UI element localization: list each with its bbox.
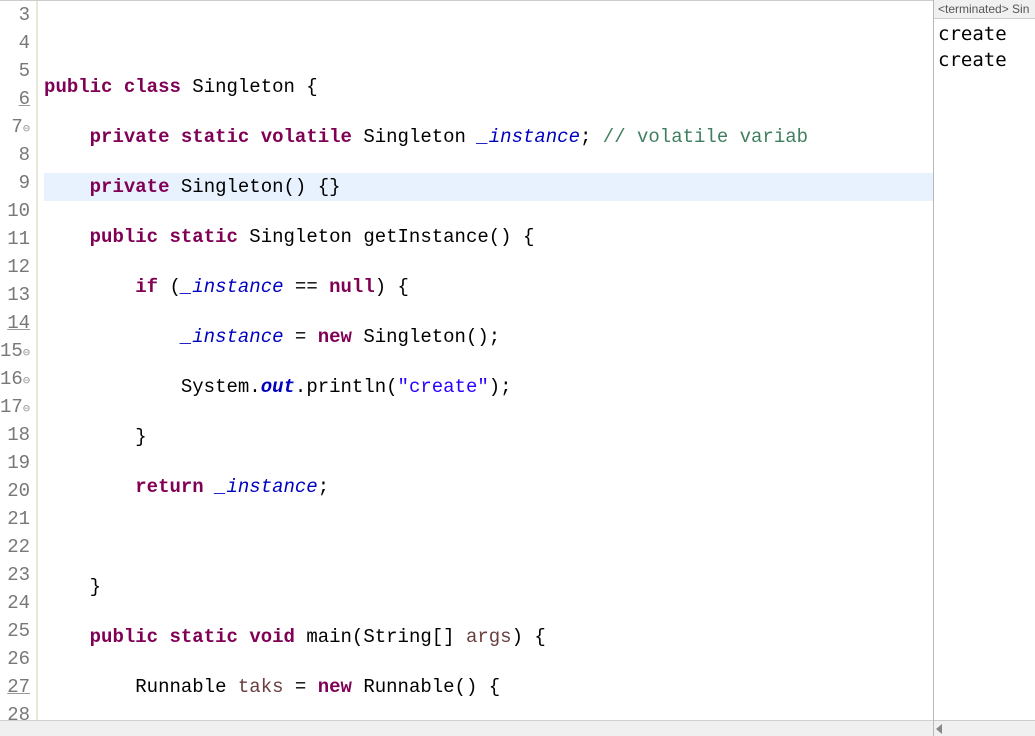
code-line: } — [44, 423, 933, 451]
code-line: public static Singleton getInstance() { — [44, 223, 933, 251]
gutter-line: 5 — [0, 57, 32, 85]
code-line: public static void main(String[] args) { — [44, 623, 933, 651]
code-line: } — [44, 573, 933, 601]
gutter-line: 12 — [0, 253, 32, 281]
gutter-line: 17⊖ — [0, 393, 32, 421]
gutter-line: 26 — [0, 645, 32, 673]
code-line: return _instance; — [44, 473, 933, 501]
gutter-line: 10 — [0, 197, 32, 225]
code-line: private static volatile Singleton _insta… — [44, 123, 933, 151]
gutter-line: 13 — [0, 281, 32, 309]
console-line: create — [938, 21, 1031, 47]
gutter: 3 4 5 6 7⊖ 8 9 10 11 12 13 14 15⊖ 16⊖ 17… — [0, 1, 38, 736]
code-line: public class Singleton { — [44, 73, 933, 101]
gutter-line: 15⊖ — [0, 337, 32, 365]
console-header: <terminated> Sin — [934, 0, 1035, 19]
gutter-line: 18 — [0, 421, 32, 449]
console-output[interactable]: create create — [934, 19, 1035, 720]
editor-area: 3 4 5 6 7⊖ 8 9 10 11 12 13 14 15⊖ 16⊖ 17… — [0, 0, 1035, 736]
code-line: System.out.println("create"); — [44, 373, 933, 401]
code-line: Runnable taks = new Runnable() { — [44, 673, 933, 701]
editor-scrollbar[interactable] — [0, 720, 933, 736]
gutter-line: 4 — [0, 29, 32, 57]
gutter-line: 21 — [0, 505, 32, 533]
gutter-line: 23 — [0, 561, 32, 589]
gutter-line: 11 — [0, 225, 32, 253]
gutter-line: 7⊖ — [0, 113, 32, 141]
code-content[interactable]: public class Singleton { private static … — [38, 1, 933, 736]
gutter-line: 22 — [0, 533, 32, 561]
gutter-line: 25 — [0, 617, 32, 645]
console-panel: <terminated> Sin create create — [933, 0, 1035, 736]
code-line-active: private Singleton() {} — [44, 173, 933, 201]
code-line: if (_instance == null) { — [44, 273, 933, 301]
gutter-line: 3 — [0, 1, 32, 29]
gutter-line: 19 — [0, 449, 32, 477]
gutter-line: 8 — [0, 141, 32, 169]
gutter-line: 20 — [0, 477, 32, 505]
code-panel: 3 4 5 6 7⊖ 8 9 10 11 12 13 14 15⊖ 16⊖ 17… — [0, 0, 933, 736]
code-line — [44, 523, 933, 551]
console-scrollbar[interactable] — [934, 720, 1035, 736]
gutter-line: 27 — [0, 673, 32, 701]
gutter-line: 6 — [0, 85, 32, 113]
code-line: _instance = new Singleton(); — [44, 323, 933, 351]
code-line — [44, 23, 933, 51]
gutter-line: 14 — [0, 309, 32, 337]
gutter-line: 24 — [0, 589, 32, 617]
gutter-line: 16⊖ — [0, 365, 32, 393]
gutter-line: 9 — [0, 169, 32, 197]
console-line: create — [938, 47, 1031, 73]
